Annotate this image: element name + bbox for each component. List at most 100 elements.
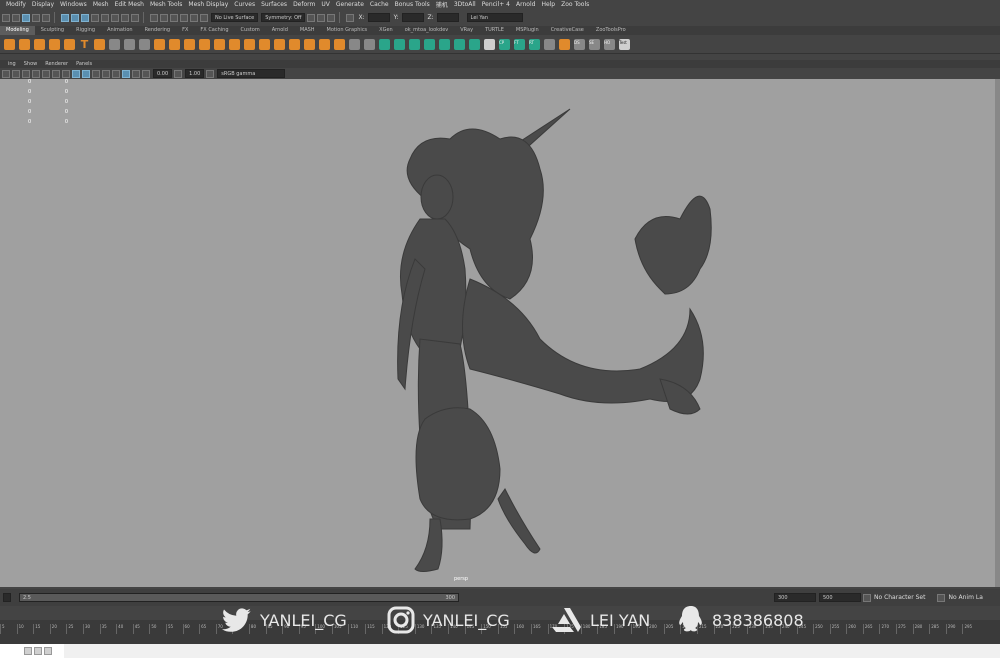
panel-menu-item[interactable]: Renderer: [45, 61, 68, 67]
select-hierarchy-icon[interactable]: [61, 13, 69, 22]
shelf-tab[interactable]: ZooToolsPro: [590, 26, 632, 35]
menu-item[interactable]: Bonus Tools: [395, 1, 430, 8]
xray-icon[interactable]: [122, 69, 130, 78]
shelf-tab[interactable]: Arnold: [266, 26, 294, 35]
colorspace-dropdown[interactable]: sRGB gamma: [217, 69, 286, 78]
menu-item[interactable]: Surfaces: [261, 1, 287, 8]
bookmark-icon[interactable]: [22, 69, 30, 78]
shelf-tab[interactable]: Motion Graphics: [321, 26, 374, 35]
polygon-cylinder-icon[interactable]: [34, 38, 45, 50]
cp-tool-icon[interactable]: CP: [499, 38, 510, 50]
polygon-cube-icon[interactable]: [19, 38, 30, 50]
shelf-tab[interactable]: FX: [176, 26, 194, 35]
menu-item[interactable]: Curves: [234, 1, 255, 8]
user-account-dropdown[interactable]: Lei Yan: [466, 13, 523, 22]
snap-point-icon[interactable]: [111, 13, 119, 22]
snap-together-icon[interactable]: [200, 13, 208, 22]
append-polygon-icon[interactable]: [274, 38, 285, 50]
target-weld-icon[interactable]: [319, 38, 330, 50]
smooth-shade-icon[interactable]: [82, 69, 90, 78]
menu-item[interactable]: Help: [541, 1, 555, 8]
ft-tool-icon[interactable]: FT: [514, 38, 525, 50]
shelf-tab[interactable]: Animation: [101, 26, 139, 35]
extrude-icon[interactable]: [229, 38, 240, 50]
uv-editor-icon[interactable]: [379, 38, 390, 50]
se-tool-icon[interactable]: SE: [589, 38, 600, 50]
range-start-field[interactable]: [3, 593, 11, 602]
render-settings-icon[interactable]: [170, 13, 178, 22]
menu-item[interactable]: 捕机: [436, 0, 448, 9]
maximize-icon[interactable]: [34, 647, 42, 655]
rt-tool-icon[interactable]: RT: [529, 38, 540, 50]
image-plane-icon[interactable]: [32, 69, 40, 78]
menu-item[interactable]: Mesh Display: [188, 1, 228, 8]
menu-item[interactable]: Modify: [6, 1, 26, 8]
menu-item[interactable]: UV: [321, 1, 330, 8]
combine-icon[interactable]: [154, 38, 165, 50]
z-field[interactable]: [436, 13, 459, 22]
type-tool-icon[interactable]: T: [79, 39, 90, 50]
shelf-tab[interactable]: XGen: [373, 26, 399, 35]
menu-item[interactable]: Windows: [60, 1, 87, 8]
ho-tool-icon[interactable]: HO: [604, 38, 615, 50]
snap-surface-icon[interactable]: [131, 13, 139, 22]
transform-mode-icon[interactable]: [346, 13, 355, 22]
exposure-field[interactable]: 0.00: [153, 69, 173, 78]
exposure-icon[interactable]: [142, 69, 150, 78]
select-object-icon[interactable]: [71, 13, 79, 22]
panel-menu-item[interactable]: ing: [8, 61, 16, 67]
menu-item[interactable]: Zoo Tools: [561, 1, 589, 8]
polygon-sphere-icon[interactable]: [4, 38, 15, 50]
undo-icon[interactable]: [32, 13, 40, 22]
bevel-icon[interactable]: [244, 38, 255, 50]
minimize-icon[interactable]: [24, 647, 32, 655]
symmetry-dropdown[interactable]: Symmetry: Off: [261, 13, 306, 22]
character-set-icon[interactable]: [863, 593, 871, 602]
shelf-tab[interactable]: Rigging: [70, 26, 101, 35]
menu-item[interactable]: Mesh Tools: [150, 1, 182, 8]
boolean-icon[interactable]: [199, 38, 210, 50]
menu-item[interactable]: Display: [32, 1, 54, 8]
y-field[interactable]: [401, 13, 424, 22]
menu-item[interactable]: Edit Mesh: [115, 1, 144, 8]
planar-map-icon[interactable]: [394, 38, 405, 50]
snap-view-icon[interactable]: [121, 13, 129, 22]
close-icon[interactable]: [44, 647, 52, 655]
anim-layer-dropdown[interactable]: No Anim La: [948, 594, 982, 601]
test-tool-icon[interactable]: Test: [619, 38, 630, 50]
grid-toggle-icon[interactable]: [42, 69, 50, 78]
lasso-tool-icon[interactable]: [12, 13, 20, 22]
checker-icon[interactable]: [484, 38, 495, 50]
unfold-icon[interactable]: [424, 38, 435, 50]
menu-item[interactable]: Deform: [293, 1, 315, 8]
menu-item[interactable]: Mesh: [93, 1, 109, 8]
viewport-scrollbar[interactable]: [995, 79, 1000, 587]
shelf-tab[interactable]: ok_mtoa_lookdev: [399, 26, 455, 35]
x-field[interactable]: [367, 13, 390, 22]
redo-icon[interactable]: [42, 13, 50, 22]
paint-select-icon[interactable]: [22, 13, 30, 22]
shelf-tab[interactable]: FX Caching: [194, 26, 234, 35]
camera-attributes-icon[interactable]: [12, 69, 20, 78]
render-icon[interactable]: [150, 13, 158, 22]
color-management-icon[interactable]: [206, 69, 215, 78]
wireframe-icon[interactable]: [72, 69, 80, 78]
center-pivot-icon[interactable]: [109, 38, 120, 50]
smooth-icon[interactable]: [184, 38, 195, 50]
separate-icon[interactable]: [169, 38, 180, 50]
arnold-render-icon[interactable]: [190, 13, 198, 22]
magnet-icon[interactable]: [317, 13, 326, 22]
layout-uv-icon[interactable]: [439, 38, 450, 50]
connect-icon[interactable]: [334, 38, 345, 50]
ipr-render-icon[interactable]: [160, 13, 168, 22]
fill-hole-icon[interactable]: [289, 38, 300, 50]
panel-menu-item[interactable]: Panels: [76, 61, 92, 67]
node-editor-icon[interactable]: [544, 38, 555, 50]
shadows-icon[interactable]: [112, 69, 120, 78]
select-camera-icon[interactable]: [2, 69, 10, 78]
menu-item[interactable]: Generate: [336, 1, 364, 8]
menu-item[interactable]: Arnold: [516, 1, 535, 8]
film-gate-icon[interactable]: [52, 69, 60, 78]
quad-draw-icon[interactable]: [349, 38, 360, 50]
multi-cut-icon[interactable]: [304, 38, 315, 50]
